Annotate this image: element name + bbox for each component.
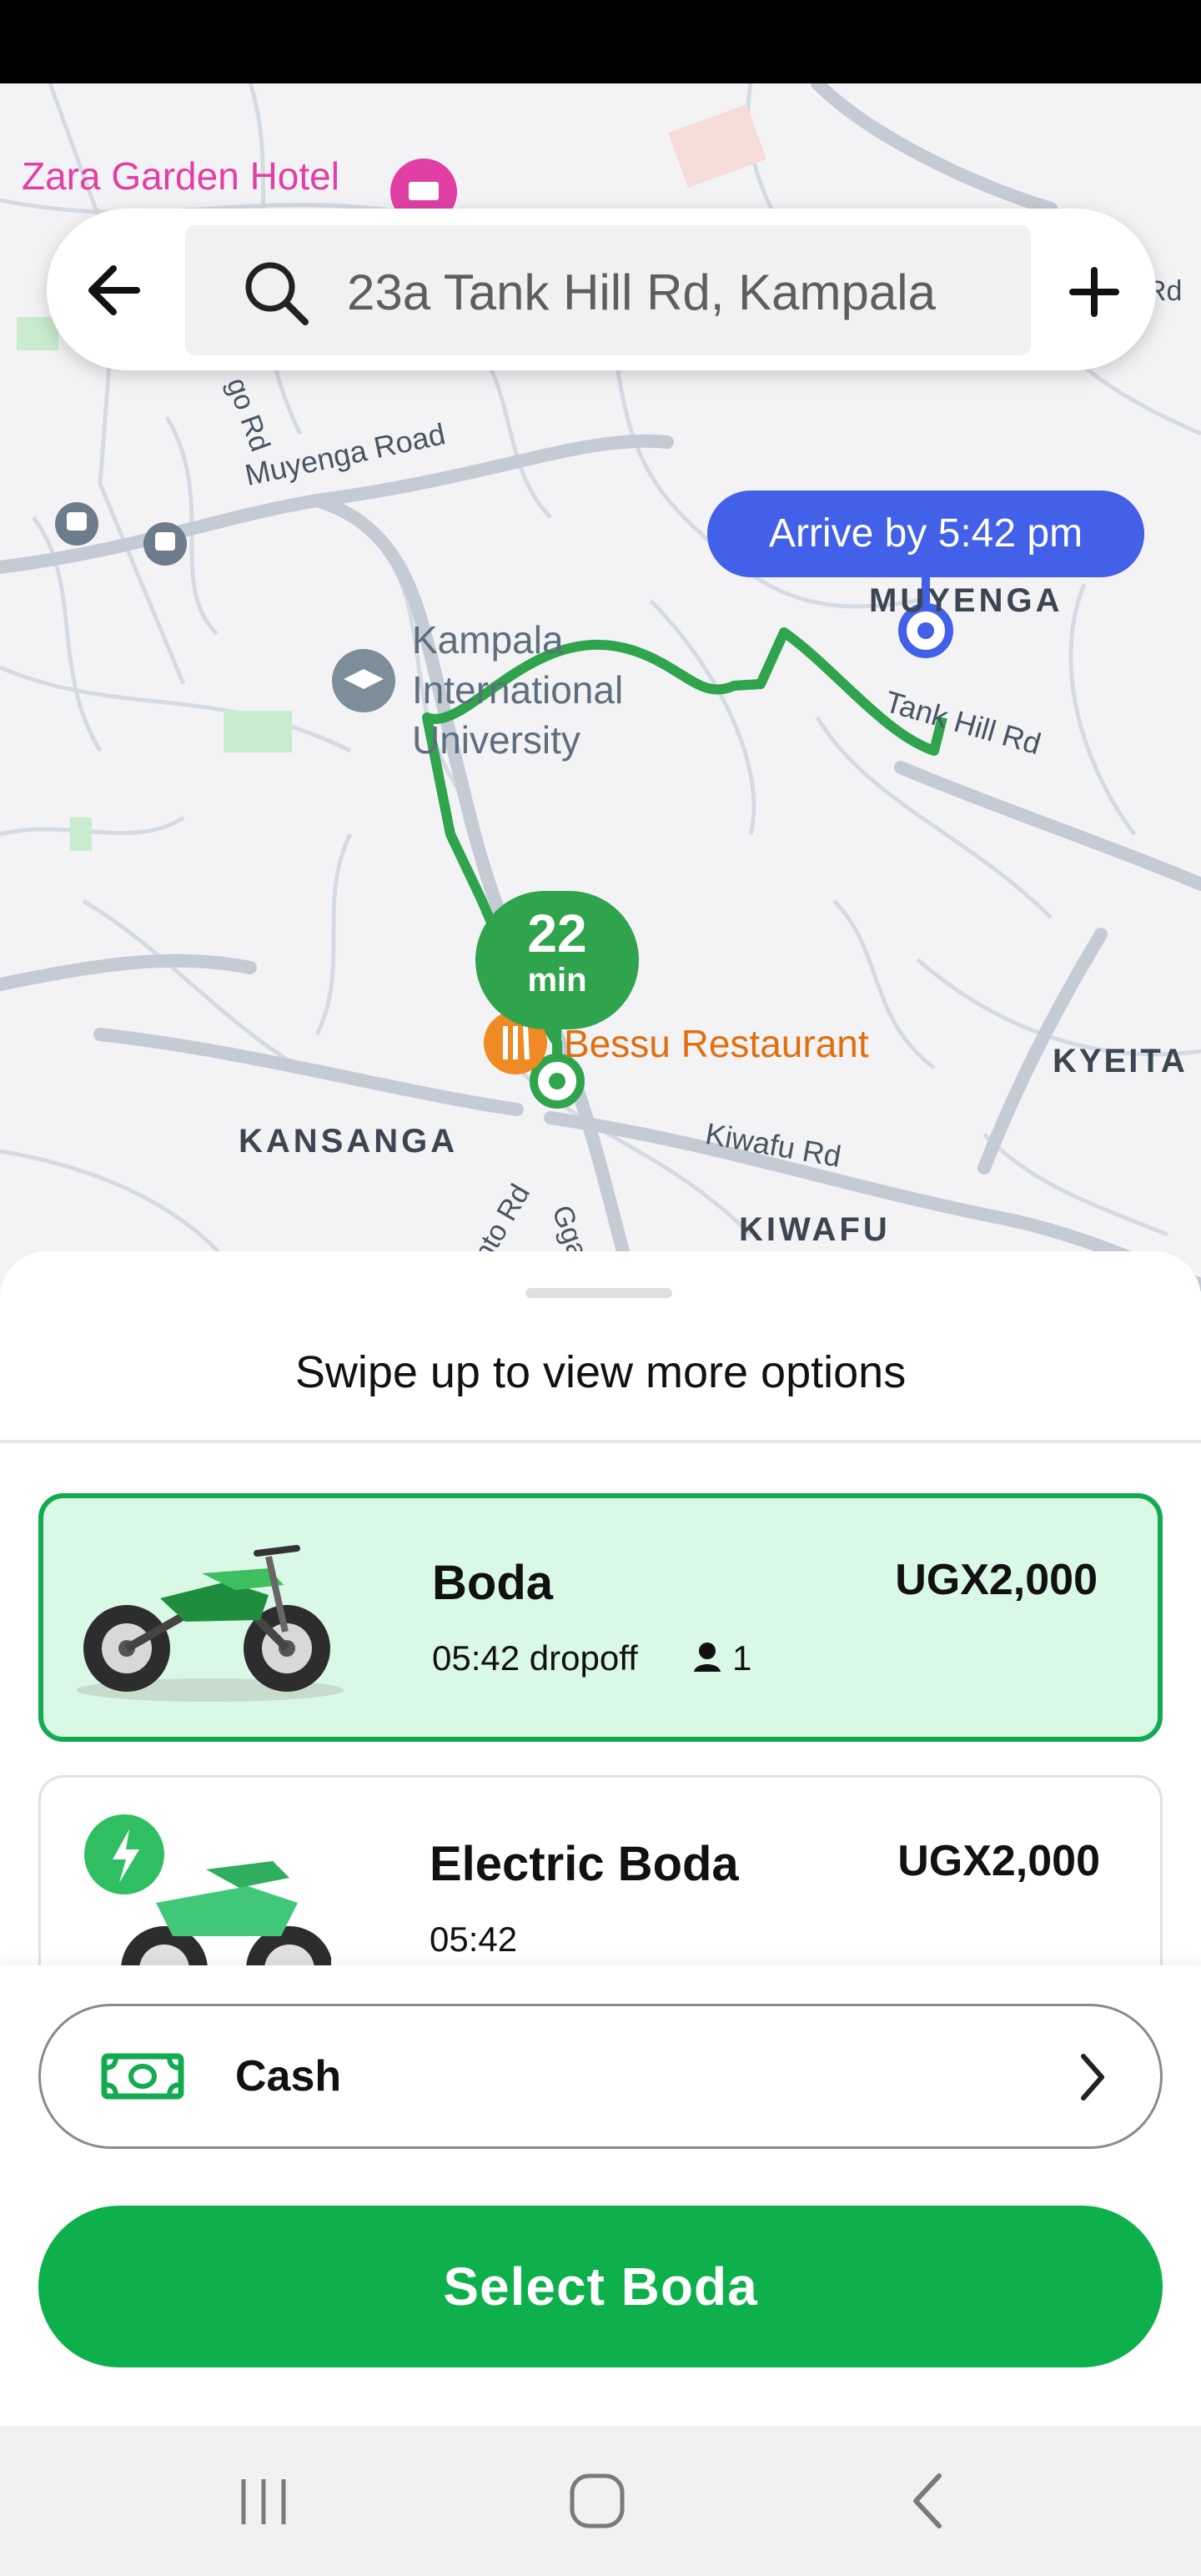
arrive-by-label: Arrive by 5:42 pm — [707, 491, 1144, 577]
divider — [0, 1440, 1201, 1443]
destination-text[interactable]: 23a Tank Hill Rd, Kampala — [347, 260, 936, 325]
plus-icon — [1069, 267, 1119, 317]
payment-method-button[interactable] — [38, 2004, 1163, 2149]
map-label-university: University — [412, 718, 580, 762]
swipe-hint: Swipe up to view more options — [294, 1347, 907, 1397]
map-label-university: Kampala — [412, 618, 564, 662]
system-nav-bar — [0, 2426, 1201, 2576]
payment-method-label: Cash — [235, 2052, 342, 2101]
back-button[interactable] — [70, 249, 162, 332]
ride-option-boda[interactable]: Boda UGX2,000 05:42 dropoff 1 — [38, 1493, 1163, 1742]
ride-price: UGX2,000 — [895, 1556, 1098, 1604]
arrow-left-icon — [88, 265, 140, 315]
eta-unit: min — [527, 962, 587, 999]
map-label-restaurant: Bessu Restaurant — [564, 1022, 869, 1065]
ride-name: Electric Boda — [430, 1837, 739, 1891]
add-stop-button[interactable] — [1053, 250, 1136, 334]
recent-apps-icon[interactable] — [230, 2473, 297, 2531]
search-icon — [239, 255, 314, 330]
eta-value: 22 — [527, 903, 587, 963]
status-bar — [0, 0, 1201, 83]
sheet-drag-handle[interactable] — [525, 1288, 672, 1298]
map-label-neighborhood: MUYENGA — [869, 582, 1063, 619]
chevron-right-icon — [1081, 2054, 1104, 2101]
cash-icon — [101, 2053, 184, 2100]
home-icon[interactable] — [564, 2468, 631, 2534]
map-label-neighborhood: KIWAFU — [739, 1211, 891, 1248]
map-label-hotel: Zara Garden Hotel — [22, 154, 339, 198]
map-label-university: International — [412, 668, 624, 712]
motorbike-image — [77, 1545, 344, 1702]
map-label-neighborhood: KYEITA — [1053, 1043, 1188, 1079]
eta-bubble: 22 min — [475, 891, 639, 1029]
select-ride-button[interactable]: Select Boda — [38, 2206, 1163, 2367]
electric-motorbike-image — [84, 1814, 331, 1975]
ride-dropoff-time: 05:42 dropoff — [432, 1638, 638, 1678]
ride-dropoff-time: 05:42 — [430, 1919, 518, 1959]
ride-price: UGX2,000 — [897, 1837, 1100, 1885]
map-label-neighborhood: KANSANGA — [239, 1123, 459, 1160]
back-nav-icon[interactable] — [901, 2468, 959, 2534]
person-icon — [694, 1643, 721, 1672]
ride-name: Boda — [432, 1556, 553, 1610]
ride-seats: 1 — [732, 1638, 752, 1678]
ride-option-electric-boda[interactable]: Electric Boda UGX2,000 05:42 — [38, 1775, 1163, 1975]
